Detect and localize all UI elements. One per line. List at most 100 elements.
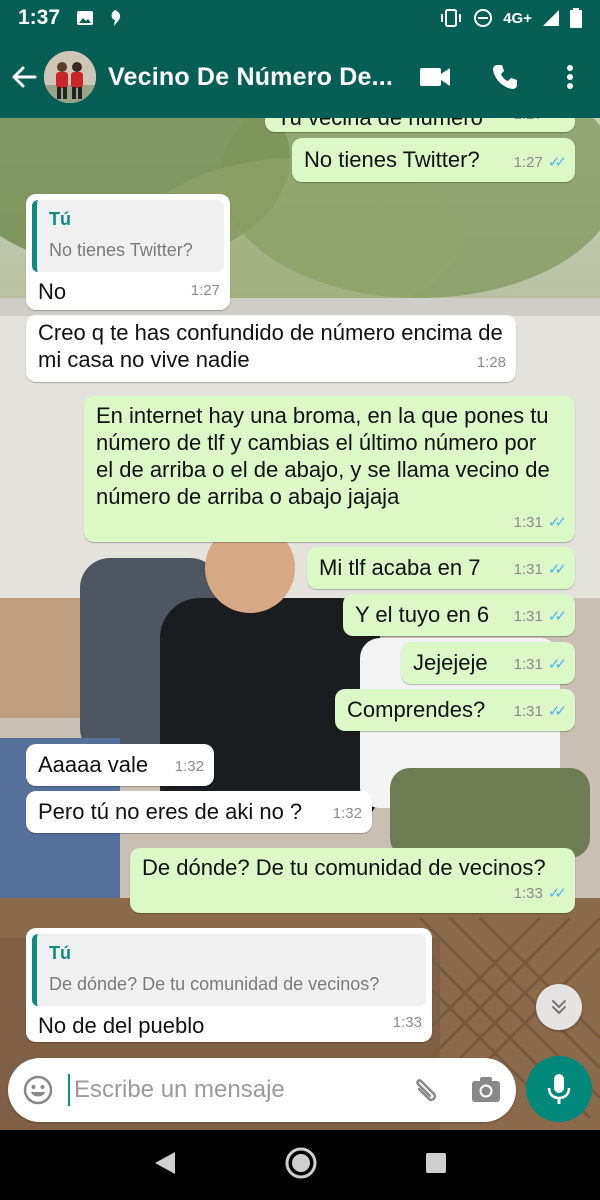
- message-meta: 1:31 ✓✓: [513, 651, 567, 678]
- quote-text: De dónde? De tu comunidad de vecinos?: [49, 974, 380, 994]
- message-time: 1:31: [513, 703, 543, 720]
- contact-avatar[interactable]: [44, 51, 96, 103]
- nav-recents-button[interactable]: [425, 1152, 447, 1179]
- quote-author: Tú: [49, 209, 71, 229]
- message-input[interactable]: Escribe un mensaje: [68, 1074, 396, 1106]
- scroll-to-bottom-button[interactable]: [536, 984, 582, 1030]
- message-time: 1:31: [513, 561, 543, 578]
- message-text: Aaaaa vale: [38, 752, 149, 777]
- message-time: 1:31: [513, 514, 543, 531]
- emoji-button[interactable]: [8, 1074, 68, 1106]
- vibrate-icon: [441, 9, 462, 27]
- message-time: 1:27: [514, 118, 543, 128]
- nav-recents-icon: [425, 1152, 446, 1173]
- message-outgoing[interactable]: De dónde? De tu comunidad de vecinos? 1:…: [130, 848, 575, 913]
- message-text: Mi tlf acaba en 7: [319, 555, 481, 580]
- message-meta: 1:31 ✓✓: [513, 509, 567, 536]
- message-meta: 1:28: [477, 349, 506, 376]
- read-ticks-icon: ✓✓: [547, 656, 567, 673]
- quote-author: Tú: [49, 943, 71, 963]
- attach-icon: [416, 1079, 437, 1102]
- message-text: Comprendes?: [347, 697, 486, 722]
- nav-back-button[interactable]: [153, 1150, 177, 1181]
- more-vert-icon: [567, 65, 573, 89]
- message-text: Creo q te has confundido de número encim…: [38, 320, 503, 372]
- message-time: 1:33: [513, 885, 543, 902]
- message-composer: Escribe un mensaje: [8, 1058, 516, 1122]
- more-options-button[interactable]: [540, 36, 600, 118]
- camera-button[interactable]: [456, 1076, 516, 1104]
- quoted-message[interactable]: Tú No tienes Twitter?: [32, 200, 224, 272]
- voice-call-button[interactable]: [470, 36, 540, 118]
- read-ticks-icon: ✓✓: [547, 154, 567, 171]
- back-arrow-icon: [12, 66, 37, 88]
- contact-name[interactable]: Vecino De Número De...: [108, 63, 398, 92]
- mic-icon: [547, 1074, 571, 1104]
- status-bar: 1:37 4G+: [0, 0, 600, 36]
- message-outgoing[interactable]: En internet hay una broma, en la que pon…: [84, 396, 575, 542]
- message-time: 1:27: [190, 282, 220, 299]
- message-meta: 1:32: [333, 800, 362, 827]
- message-incoming[interactable]: Creo q te has confundido de número encim…: [26, 315, 516, 382]
- voice-message-button[interactable]: [526, 1056, 592, 1122]
- video-call-icon: [420, 68, 450, 86]
- read-ticks-icon: ✓✓: [548, 118, 567, 128]
- battery-icon: [570, 8, 582, 28]
- message-outgoing[interactable]: Y el tuyo en 6 1:31 ✓✓: [343, 594, 575, 636]
- message-meta: 1:31 ✓✓: [513, 603, 567, 630]
- message-outgoing[interactable]: Comprendes? 1:31 ✓✓: [335, 689, 575, 731]
- nav-home-button[interactable]: [284, 1146, 318, 1185]
- gallery-notification-icon: [77, 11, 94, 25]
- message-time: 1:31: [513, 656, 543, 673]
- message-meta: 1:33 ✓✓: [513, 880, 567, 907]
- system-navigation-bar: [0, 1130, 600, 1200]
- message-incoming[interactable]: Aaaaa vale 1:32: [26, 744, 214, 786]
- emoji-icon: [23, 1075, 53, 1105]
- camera-icon: [472, 1077, 500, 1102]
- chat-header: Vecino De Número De...: [0, 36, 600, 118]
- message-text: Jejejeje: [413, 650, 488, 675]
- nav-back-icon: [155, 1151, 176, 1174]
- message-outgoing[interactable]: Mi tlf acaba en 7 1:31 ✓✓: [307, 547, 575, 589]
- message-text: No tienes Twitter?: [304, 147, 480, 172]
- message-outgoing[interactable]: No tienes Twitter? 1:27 ✓✓: [292, 138, 575, 182]
- network-type: 4G+: [503, 9, 532, 27]
- read-ticks-icon: ✓✓: [547, 608, 567, 625]
- quote-text: No tienes Twitter?: [49, 240, 193, 260]
- message-text: En internet hay una broma, en la que pon…: [96, 403, 550, 509]
- message-outgoing[interactable]: Tu vecina de número 1:27 ✓✓: [265, 118, 575, 132]
- message-meta: 1:33: [393, 1009, 422, 1036]
- back-button[interactable]: [0, 36, 48, 118]
- message-incoming[interactable]: Pero tú no eres de aki no ? 1:32: [26, 791, 372, 833]
- message-time: 1:33: [392, 1014, 422, 1031]
- message-outgoing[interactable]: Jejejeje 1:31 ✓✓: [401, 642, 575, 684]
- message-meta: 1:31 ✓✓: [513, 698, 567, 725]
- read-ticks-icon: ✓✓: [547, 514, 567, 531]
- read-ticks-icon: ✓✓: [547, 561, 567, 578]
- scroll-down-icon: [552, 1000, 566, 1014]
- status-time: 1:37: [18, 6, 61, 29]
- message-meta: 1:27: [191, 277, 220, 304]
- quoted-message[interactable]: Tú De dónde? De tu comunidad de vecinos?: [32, 934, 426, 1006]
- app-notification-icon: [111, 10, 121, 26]
- nav-home-icon: [285, 1147, 317, 1178]
- phone-icon: [493, 65, 517, 89]
- dnd-icon: [474, 9, 493, 27]
- message-incoming[interactable]: Tú De dónde? De tu comunidad de vecinos?…: [26, 928, 432, 1042]
- message-text: Tu vecina de número: [277, 118, 483, 130]
- message-time: 1:32: [174, 758, 204, 775]
- video-call-button[interactable]: [400, 36, 470, 118]
- message-time: 1:31: [513, 608, 543, 625]
- attach-button[interactable]: [396, 1074, 456, 1106]
- message-time: 1:27: [513, 154, 543, 171]
- message-text: De dónde? De tu comunidad de vecinos?: [142, 855, 546, 880]
- chat-area[interactable]: Tu vecina de número 1:27✓✓ No tienes Twi…: [0, 118, 600, 1132]
- message-incoming[interactable]: Tú No tienes Twitter? No 1:27: [26, 194, 230, 310]
- read-ticks-icon: ✓✓: [547, 885, 567, 902]
- message-time: 1:32: [332, 805, 362, 822]
- signal-icon: [543, 10, 559, 26]
- read-ticks-icon: ✓✓: [547, 703, 567, 720]
- message-text: No de del pueblo: [38, 1013, 205, 1038]
- message-meta: 1:31 ✓✓: [513, 556, 567, 583]
- message-text: Pero tú no eres de aki no ?: [38, 799, 303, 824]
